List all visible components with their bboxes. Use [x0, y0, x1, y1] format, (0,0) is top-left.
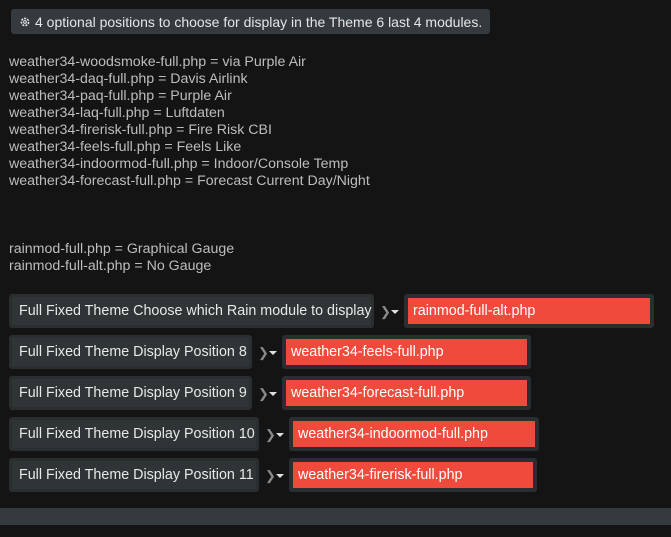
select-value[interactable]: weather34-feels-full.php: [286, 339, 527, 365]
setting-row-position-11: Full Fixed Theme Display Position 11 ❯ w…: [9, 458, 537, 492]
list-item: weather34-indoormod-full.php = Indoor/Co…: [9, 156, 349, 172]
position-10-select[interactable]: weather34-indoormod-full.php: [289, 417, 539, 451]
dropdown-toggle[interactable]: ❯: [258, 376, 282, 410]
chevron-down-icon: [269, 351, 277, 355]
dropdown-toggle[interactable]: ❯: [265, 417, 289, 451]
notice-text: 4 optional positions to choose for displ…: [35, 13, 483, 30]
list-item: weather34-feels-full.php = Feels Like: [9, 139, 242, 155]
chevron-right-icon: ❯: [265, 468, 276, 483]
setting-row-position-10: Full Fixed Theme Display Position 10 ❯ w…: [9, 417, 539, 451]
list-item: rainmod-full.php = Graphical Gauge: [9, 241, 235, 257]
setting-label: Full Fixed Theme Display Position 10: [9, 417, 259, 451]
dropdown-toggle[interactable]: ❯: [265, 458, 289, 492]
chevron-right-icon: ❯: [258, 386, 269, 401]
chevron-down-icon: [276, 433, 284, 437]
chevron-right-icon: ❯: [265, 427, 276, 442]
setting-row-rain-module: Full Fixed Theme Choose which Rain modul…: [9, 294, 654, 328]
chevron-down-icon: [391, 310, 399, 314]
setting-label: Full Fixed Theme Choose which Rain modul…: [9, 294, 374, 328]
select-value[interactable]: weather34-indoormod-full.php: [293, 421, 535, 447]
setting-label: Full Fixed Theme Display Position 8: [9, 335, 252, 369]
list-item: rainmod-full-alt.php = No Gauge: [9, 258, 212, 274]
list-item: weather34-forecast-full.php = Forecast C…: [9, 173, 370, 189]
select-value[interactable]: weather34-forecast-full.php: [286, 380, 527, 406]
rain-module-select[interactable]: rainmod-full-alt.php: [404, 294, 654, 328]
position-11-select[interactable]: weather34-firerisk-full.php: [289, 458, 537, 492]
setting-row-position-8: Full Fixed Theme Display Position 8 ❯ we…: [9, 335, 531, 369]
list-item: weather34-paq-full.php = Purple Air: [9, 88, 232, 104]
dropdown-toggle[interactable]: ❯: [380, 294, 404, 328]
list-item: weather34-laq-full.php = Luftdaten: [9, 105, 225, 121]
position-9-select[interactable]: weather34-forecast-full.php: [282, 376, 531, 410]
chevron-right-icon: ❯: [258, 345, 269, 360]
gear-icon: [20, 17, 30, 26]
setting-row-position-9: Full Fixed Theme Display Position 9 ❯ we…: [9, 376, 531, 410]
chevron-down-icon: [269, 392, 277, 396]
select-value[interactable]: rainmod-full-alt.php: [408, 298, 650, 324]
setting-label: Full Fixed Theme Display Position 11: [9, 458, 259, 492]
chevron-down-icon: [276, 474, 284, 478]
rain-module-list: rainmod-full.php = Graphical Gauge rainm…: [9, 241, 234, 275]
dropdown-toggle[interactable]: ❯: [258, 335, 282, 369]
list-item: weather34-firerisk-full.php = Fire Risk …: [9, 122, 272, 138]
list-item: weather34-woodsmoke-full.php = via Purpl…: [9, 54, 306, 70]
module-list: weather34-woodsmoke-full.php = via Purpl…: [9, 54, 370, 190]
list-item: weather34-daq-full.php = Davis Airlink: [9, 71, 248, 87]
info-notice: 4 optional positions to choose for displ…: [11, 9, 491, 34]
setting-label: Full Fixed Theme Display Position 9: [9, 376, 252, 410]
footer-bar: [0, 508, 671, 525]
chevron-right-icon: ❯: [380, 304, 391, 319]
position-8-select[interactable]: weather34-feels-full.php: [282, 335, 531, 369]
select-value[interactable]: weather34-firerisk-full.php: [293, 462, 533, 488]
